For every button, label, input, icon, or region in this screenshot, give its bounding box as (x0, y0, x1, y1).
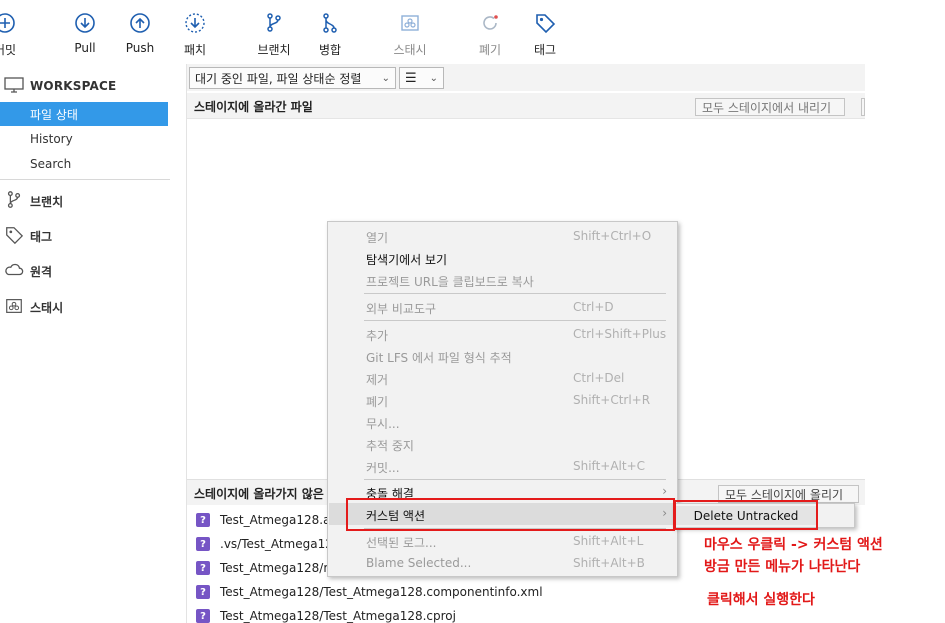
menu-item-stop-tracking[interactable]: 추적 중지 (329, 433, 676, 455)
filter-bar: 대기 중인 파일, 파일 상태순 정렬 ⌄ ☰ ⌄ (187, 64, 865, 91)
branch-icon (244, 12, 304, 38)
commit-button[interactable]: 커밋 (0, 12, 35, 58)
menu-separator (364, 479, 666, 480)
view-mode-dropdown[interactable]: ☰ ⌄ (399, 67, 444, 89)
sort-dropdown[interactable]: 대기 중인 파일, 파일 상태순 정렬 ⌄ (189, 67, 396, 89)
push-button[interactable]: Push (110, 12, 170, 55)
unknown-file-icon: ? (196, 561, 210, 575)
sidebar-item-file-status[interactable]: 파일 상태 (0, 102, 168, 126)
list-icon: ☰ (405, 70, 417, 86)
menu-item-log-selected[interactable]: 선택된 로그... Shift+Alt+L (329, 530, 676, 552)
toolbar: 커밋 Pull Push 패치 브랜치 병합 스태시 (0, 0, 865, 64)
highlight-box-custom-actions (346, 498, 675, 531)
menu-item-ignore[interactable]: 무시... (329, 411, 676, 433)
annotation-text: 마우스 우클릭 -> 커스텀 액션 (704, 537, 883, 553)
patch-button[interactable]: 패치 (165, 12, 225, 58)
patch-icon (165, 12, 225, 38)
pull-button[interactable]: Pull (55, 12, 115, 55)
menu-item-blame-selected[interactable]: Blame Selected... Shift+Alt+B (329, 552, 676, 574)
branch-button[interactable]: 브랜치 (244, 12, 304, 58)
stash-icon (4, 296, 24, 319)
annotation-text: 클릭해서 실행한다 (707, 592, 815, 608)
unknown-file-icon: ? (196, 609, 210, 623)
file-row[interactable]: ? Test_Atmega128/m (196, 556, 335, 580)
menu-item-open[interactable]: 열기 Shift+Ctrl+O (329, 225, 676, 247)
stash-icon (380, 12, 440, 38)
sidebar-section-tags[interactable]: 태그 (4, 225, 52, 247)
arrow-up-circle-icon (110, 12, 170, 38)
menu-item-git-lfs-track[interactable]: Git LFS 에서 파일 형식 추적 (329, 345, 676, 367)
tag-button[interactable]: 태그 (515, 12, 575, 58)
unknown-file-icon: ? (196, 537, 210, 551)
annotation-text: 방금 만든 메뉴가 나타난다 (704, 559, 861, 575)
menu-item-commit[interactable]: 커밋... Shift+Alt+C (329, 455, 676, 477)
unknown-file-icon: ? (196, 585, 210, 599)
cloud-icon (4, 260, 24, 283)
discard-icon (460, 12, 520, 38)
unknown-file-icon: ? (196, 513, 210, 527)
chevron-down-icon: ⌄ (429, 72, 438, 84)
workspace-header[interactable]: WORKSPACE (4, 76, 116, 96)
branch-icon (4, 190, 24, 213)
menu-item-discard[interactable]: 폐기 Shift+Ctrl+R (329, 389, 676, 411)
menu-item-external-diff[interactable]: 외부 비교도구 Ctrl+D (329, 296, 676, 318)
merge-button[interactable]: 병합 (300, 12, 360, 58)
file-row[interactable]: ? Test_Atmega128/Test_Atmega128.componen… (196, 580, 543, 604)
sidebar-section-branches[interactable]: 브랜치 (4, 190, 63, 212)
tag-icon (515, 12, 575, 38)
discard-button[interactable]: 폐기 (460, 12, 520, 58)
plus-circle-icon (0, 12, 35, 38)
file-row[interactable]: ? Test_Atmega128.ats (196, 508, 341, 532)
staged-files-header: 스테이지에 올라간 파일 모두 스테이지에서 내리기 (187, 93, 865, 119)
chevron-down-icon: ⌄ (381, 72, 390, 84)
menu-item-copy-url[interactable]: 프로젝트 URL을 클립보드로 복사 (329, 269, 676, 291)
arrow-down-circle-icon (55, 12, 115, 38)
chevron-right-icon: › (662, 484, 667, 498)
file-row[interactable]: ? Test_Atmega128/Test_Atmega128.cproj (196, 604, 456, 623)
tag-icon (4, 225, 24, 248)
highlight-box-delete-untracked (674, 500, 818, 530)
sidebar-item-search[interactable]: Search (0, 152, 168, 176)
unstage-all-button[interactable]: 모두 스테이지에서 내리기 (695, 98, 845, 116)
menu-item-remove[interactable]: 제거 Ctrl+Del (329, 367, 676, 389)
menu-separator (364, 320, 666, 321)
merge-icon (300, 12, 360, 38)
sidebar-section-stashes[interactable]: 스태시 (4, 296, 63, 318)
file-row[interactable]: ? .vs/Test_Atmega128 (196, 532, 341, 556)
sidebar-section-remotes[interactable]: 원격 (4, 260, 52, 282)
sidebar: WORKSPACE 파일 상태 History Search 브랜치 태그 원격… (0, 64, 187, 623)
menu-separator (364, 293, 666, 294)
sidebar-item-history[interactable]: History (0, 127, 168, 151)
menu-item-add[interactable]: 추가 Ctrl+Shift+Plus (329, 323, 676, 345)
menu-item-show-in-explorer[interactable]: 탐색기에서 보기 (329, 247, 676, 269)
sidebar-divider (0, 179, 170, 180)
monitor-icon (4, 76, 24, 96)
staged-options-button[interactable] (861, 98, 865, 116)
stash-button[interactable]: 스태시 (380, 12, 440, 58)
